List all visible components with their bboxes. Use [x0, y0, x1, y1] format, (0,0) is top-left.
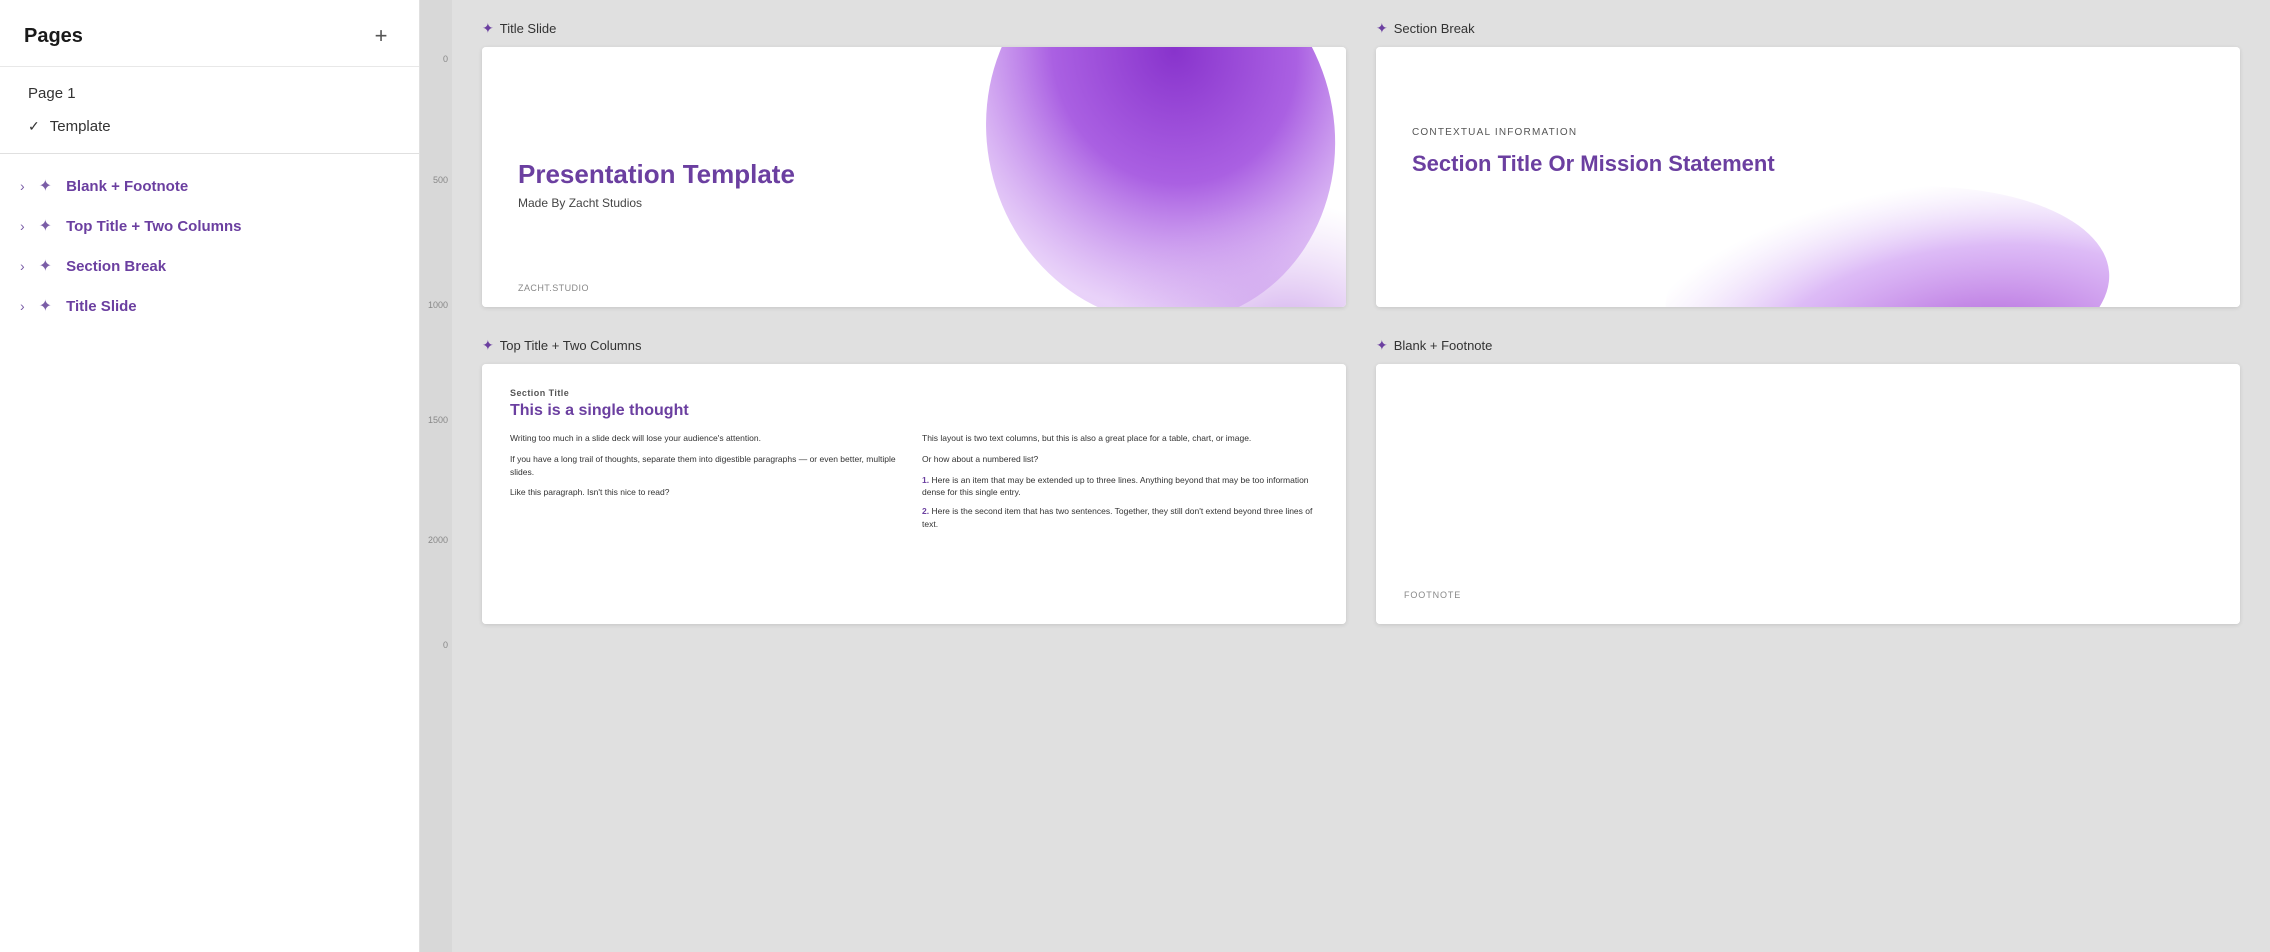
- drag-icon-section: ✦: [39, 256, 52, 276]
- layout-item-top-title-two-columns[interactable]: › ✦ Top Title + Two Columns: [0, 206, 419, 246]
- sidebar-item-page1[interactable]: Page 1: [0, 77, 419, 110]
- drag-icon-blank: ✦: [39, 176, 52, 196]
- twocol-col1-p3: Like this paragraph. Isn't this nice to …: [510, 486, 906, 499]
- twocol-headline: This is a single thought: [510, 402, 1318, 420]
- expand-arrow-icon: ›: [20, 178, 25, 194]
- section-context-label: CONTEXTUAL INFORMATION: [1412, 127, 2204, 138]
- page1-label: Page 1: [28, 85, 76, 102]
- num-1: 1.: [922, 475, 929, 485]
- sidebar-title: Pages: [24, 25, 83, 48]
- slide-label-section: ✦ Section Break: [1376, 20, 2240, 37]
- ruler-mark-end: 0: [443, 640, 448, 650]
- numbered-item-2: 2. Here is the second item that has two …: [922, 505, 1318, 531]
- layout-list: › ✦ Blank + Footnote › ✦ Top Title + Two…: [0, 154, 419, 338]
- blank-slide-label-text: Blank + Footnote: [1394, 338, 1493, 353]
- template-label: Template: [50, 118, 111, 135]
- slide-icon-twocol: ✦: [482, 337, 494, 354]
- section-break-card[interactable]: CONTEXTUAL INFORMATION Section Title Or …: [1376, 47, 2240, 307]
- sidebar: Pages + Page 1 ✓ Template › ✦ Blank + Fo…: [0, 0, 420, 952]
- layout-label-blank-footnote: Blank + Footnote: [66, 178, 188, 195]
- section-slide-label-text: Section Break: [1394, 21, 1475, 36]
- ruler-mark-500: 500: [433, 175, 448, 185]
- twocol-content: Section Title This is a single thought W…: [482, 364, 1346, 624]
- ruler-mark-0: 0: [443, 54, 448, 64]
- slide-container-title: ✦ Title Slide: [482, 20, 1346, 307]
- slide-label-twocol: ✦ Top Title + Two Columns: [482, 337, 1346, 354]
- sidebar-item-template[interactable]: ✓ Template: [0, 110, 419, 143]
- expand-arrow-icon-3: ›: [20, 258, 25, 274]
- title-slide-footer: ZACHT.STUDIO: [518, 283, 589, 293]
- num-2-text: Here is the second item that has two sen…: [922, 506, 1312, 529]
- twocol-col1-p2: If you have a long trail of thoughts, se…: [510, 453, 906, 479]
- twocol-col2: This layout is two text columns, but thi…: [922, 432, 1318, 537]
- title-slide-label-text: Title Slide: [500, 21, 557, 36]
- slide-container-twocol: ✦ Top Title + Two Columns Section Title …: [482, 337, 1346, 624]
- canvas-area: ✦ Title Slide: [452, 0, 2270, 952]
- section-blob-svg: [1376, 164, 2240, 307]
- section-break-text: CONTEXTUAL INFORMATION Section Title Or …: [1412, 79, 2204, 178]
- title-slide-content: Presentation Template Made By Zacht Stud…: [482, 47, 1346, 307]
- pages-list: Page 1 ✓ Template: [0, 67, 419, 154]
- numbered-item-1: 1. Here is an item that may be extended …: [922, 474, 1318, 500]
- blank-footnote-card[interactable]: FOOTNOTE: [1376, 364, 2240, 624]
- section-break-content: CONTEXTUAL INFORMATION Section Title Or …: [1376, 47, 2240, 307]
- layout-label-section-break: Section Break: [66, 258, 166, 275]
- twocol-slide-label-text: Top Title + Two Columns: [500, 338, 642, 353]
- twocol-card[interactable]: Section Title This is a single thought W…: [482, 364, 1346, 624]
- layout-label-top-title: Top Title + Two Columns: [66, 218, 241, 235]
- blank-footnote-content: FOOTNOTE: [1376, 364, 2240, 624]
- title-slide-card[interactable]: Presentation Template Made By Zacht Stud…: [482, 47, 1346, 307]
- slide-icon-title: ✦: [482, 20, 494, 37]
- drag-icon-title: ✦: [39, 296, 52, 316]
- title-slide-subtitle: Made By Zacht Studios: [518, 196, 1310, 210]
- slide-container-section: ✦ Section Break: [1376, 20, 2240, 307]
- ruler: 0 500 1000 1500 2000 0: [420, 0, 452, 952]
- layout-label-title-slide: Title Slide: [66, 298, 137, 315]
- twocol-col2-question: Or how about a numbered list?: [922, 453, 1318, 466]
- ruler-mark-1500: 1500: [428, 415, 448, 425]
- twocol-col2-intro: This layout is two text columns, but thi…: [922, 432, 1318, 445]
- ruler-mark-1000: 1000: [428, 300, 448, 310]
- num-1-text: Here is an item that may be extended up …: [922, 475, 1309, 498]
- twocol-section-label: Section Title: [510, 388, 1318, 398]
- check-icon: ✓: [28, 118, 40, 135]
- slide-label-blank: ✦ Blank + Footnote: [1376, 337, 2240, 354]
- twocol-body: Writing too much in a slide deck will lo…: [510, 432, 1318, 537]
- num-2: 2.: [922, 506, 929, 516]
- title-slide-text: Presentation Template Made By Zacht Stud…: [518, 79, 1310, 210]
- layout-item-title-slide[interactable]: › ✦ Title Slide: [0, 286, 419, 326]
- slide-label-title: ✦ Title Slide: [482, 20, 1346, 37]
- main-area: 0 500 1000 1500 2000 0 ✦ Title Slide: [420, 0, 2270, 952]
- layout-item-blank-footnote[interactable]: › ✦ Blank + Footnote: [0, 166, 419, 206]
- section-break-title: Section Title Or Mission Statement: [1412, 150, 2204, 178]
- sidebar-header: Pages +: [0, 0, 419, 67]
- slide-icon-blank: ✦: [1376, 337, 1388, 354]
- slide-container-blank: ✦ Blank + Footnote FOOTNOTE: [1376, 337, 2240, 624]
- title-slide-title: Presentation Template: [518, 159, 1310, 190]
- twocol-col1: Writing too much in a slide deck will lo…: [510, 432, 906, 537]
- twocol-col1-p1: Writing too much in a slide deck will lo…: [510, 432, 906, 445]
- blank-footnote-text: FOOTNOTE: [1404, 590, 2212, 600]
- add-page-button[interactable]: +: [367, 22, 395, 50]
- slide-icon-section: ✦: [1376, 20, 1388, 37]
- expand-arrow-icon-2: ›: [20, 218, 25, 234]
- drag-icon-two-col: ✦: [39, 216, 52, 236]
- expand-arrow-icon-4: ›: [20, 298, 25, 314]
- ruler-mark-2000: 2000: [428, 535, 448, 545]
- layout-item-section-break[interactable]: › ✦ Section Break: [0, 246, 419, 286]
